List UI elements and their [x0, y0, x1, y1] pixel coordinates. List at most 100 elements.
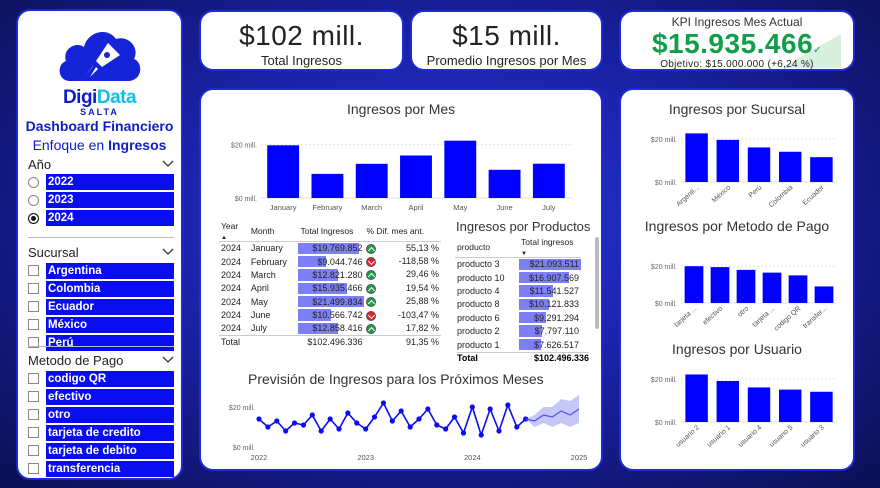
history-point[interactable] — [354, 420, 360, 426]
bar-mexico[interactable] — [716, 139, 740, 182]
checkbox[interactable] — [28, 373, 39, 385]
table-row[interactable]: 2024 February $9.044.746 -118,58 % — [219, 255, 441, 268]
products-scrollbar[interactable] — [595, 237, 599, 329]
history-point[interactable] — [265, 424, 271, 430]
bar-usuario-4[interactable] — [747, 387, 771, 422]
branch-filter-option-mexico[interactable]: México — [28, 316, 174, 334]
option-label[interactable]: México — [46, 316, 174, 333]
bar-usuario-3[interactable] — [810, 391, 833, 422]
option-label[interactable]: 2023 — [46, 192, 174, 209]
history-point[interactable] — [291, 420, 298, 426]
history-point[interactable] — [318, 428, 324, 434]
history-point[interactable] — [460, 430, 467, 436]
bar-otro[interactable] — [736, 269, 756, 303]
history-point[interactable] — [416, 416, 422, 422]
option-label[interactable]: Ecuador — [46, 298, 174, 315]
col-diff[interactable]: % Dif. mes ant. — [364, 221, 441, 242]
history-point[interactable] — [478, 432, 484, 438]
bar-peru[interactable] — [747, 147, 771, 182]
history-point[interactable] — [496, 428, 502, 434]
option-label[interactable]: 2024 — [46, 210, 174, 227]
branch-filter-option-colombia[interactable]: Colombia — [28, 280, 174, 298]
history-point[interactable] — [398, 408, 404, 414]
option-label[interactable]: transferencia — [46, 460, 174, 477]
bar-july[interactable] — [532, 163, 565, 198]
history-point[interactable] — [345, 410, 351, 416]
history-point[interactable] — [407, 424, 413, 430]
bar-ecuador[interactable] — [810, 157, 833, 182]
history-point[interactable] — [434, 422, 440, 428]
payment-filter-option-otro[interactable]: otro — [28, 406, 174, 424]
history-point[interactable] — [283, 428, 289, 434]
products-table-viewport[interactable]: producto Total ingresos ▼ producto 3 $21.0… — [455, 237, 593, 357]
history-point[interactable] — [256, 416, 262, 422]
option-label[interactable]: Colombia — [46, 280, 174, 297]
option-label[interactable]: tarjeta de debito — [46, 442, 174, 459]
col-month[interactable]: Month — [248, 221, 299, 242]
checkbox[interactable] — [28, 319, 39, 331]
bar-efectivo[interactable] — [710, 267, 730, 303]
bar-tarjeta[interactable] — [684, 266, 704, 303]
history-point[interactable] — [274, 418, 280, 424]
table-row[interactable]: producto 3 $21.093.511 — [455, 258, 581, 271]
payment-filter-option-tarjeta-de-credito[interactable]: tarjeta de credito — [28, 424, 174, 442]
radio-button[interactable] — [28, 176, 39, 188]
branch-filter-option-argentina[interactable]: Argentina — [28, 262, 174, 280]
bar-usuario-5[interactable] — [778, 389, 802, 422]
history-point[interactable] — [389, 418, 395, 424]
history-point[interactable] — [505, 402, 511, 408]
option-label[interactable]: efectivo — [46, 388, 174, 405]
year-filter-option-2024[interactable]: 2024 — [28, 210, 174, 228]
history-point[interactable] — [300, 422, 307, 428]
history-point[interactable] — [443, 426, 449, 432]
branch-filter-option-ecuador[interactable]: Ecuador — [28, 298, 174, 316]
payment-filter-option-transferencia[interactable]: transferencia — [28, 460, 174, 478]
option-label[interactable]: tarjeta de credito — [46, 424, 174, 441]
table-row[interactable]: 2024 March $12.821.280 29,46 % — [219, 268, 441, 281]
bar-april[interactable] — [400, 155, 432, 198]
checkbox[interactable] — [28, 463, 39, 475]
chevron-down-icon[interactable] — [162, 160, 174, 168]
payment-filter-option-efectivo[interactable]: efectivo — [28, 388, 174, 406]
table-row[interactable]: producto 4 $11.541.527 — [455, 284, 581, 297]
checkbox[interactable] — [28, 409, 39, 421]
table-row[interactable]: 2024 April $15.935.466 19,54 % — [219, 282, 441, 295]
chevron-down-icon[interactable] — [162, 356, 174, 364]
table-row[interactable]: 2024 May $21.499.834 25,88 % — [219, 295, 441, 308]
checkbox[interactable] — [28, 391, 39, 403]
option-label[interactable]: 2022 — [46, 174, 174, 191]
bar-usuario-1[interactable] — [716, 380, 740, 422]
checkbox[interactable] — [28, 427, 39, 439]
bar-january[interactable] — [267, 145, 300, 198]
bar-february[interactable] — [311, 173, 344, 198]
bar-may[interactable] — [444, 140, 477, 198]
bar-march[interactable] — [355, 163, 388, 198]
option-label[interactable]: otro — [46, 406, 174, 423]
radio-button[interactable] — [28, 194, 39, 206]
col-product-total[interactable]: Total ingresos ▼ — [519, 237, 581, 258]
history-point[interactable] — [487, 406, 493, 412]
history-point[interactable] — [371, 414, 378, 420]
checkbox[interactable] — [28, 265, 39, 277]
table-row[interactable]: 2024 January $19.769.852 55,13 % — [219, 242, 441, 255]
payment-filter-option-codigo-qr[interactable]: codigo QR — [28, 370, 174, 388]
bar-usuario-2[interactable] — [685, 374, 708, 422]
option-label[interactable]: codigo QR — [46, 370, 174, 387]
chevron-down-icon[interactable] — [162, 248, 174, 256]
col-total[interactable]: Total Ingresos — [298, 221, 365, 242]
bar-transfer[interactable] — [814, 286, 834, 303]
table-row[interactable]: producto 1 $7.626.517 — [455, 338, 581, 351]
table-row[interactable]: producto 6 $9.291.294 — [455, 311, 581, 324]
option-label[interactable]: Argentina — [46, 262, 174, 279]
bar-codigo-qr[interactable] — [788, 275, 808, 303]
history-point[interactable] — [514, 424, 520, 430]
bar-argenti[interactable] — [685, 133, 708, 182]
history-point[interactable] — [327, 416, 333, 422]
year-filter-option-2023[interactable]: 2023 — [28, 192, 174, 210]
checkbox[interactable] — [28, 301, 39, 313]
payment-filter-option-tarjeta-de-debito[interactable]: tarjeta de debito — [28, 442, 174, 460]
table-row[interactable]: producto 8 $10.121.833 — [455, 298, 581, 311]
col-product[interactable]: producto — [455, 237, 519, 258]
table-row[interactable]: 2024 June $10.566.742 -103,47 % — [219, 308, 441, 321]
bar-tarjeta[interactable] — [762, 272, 782, 303]
